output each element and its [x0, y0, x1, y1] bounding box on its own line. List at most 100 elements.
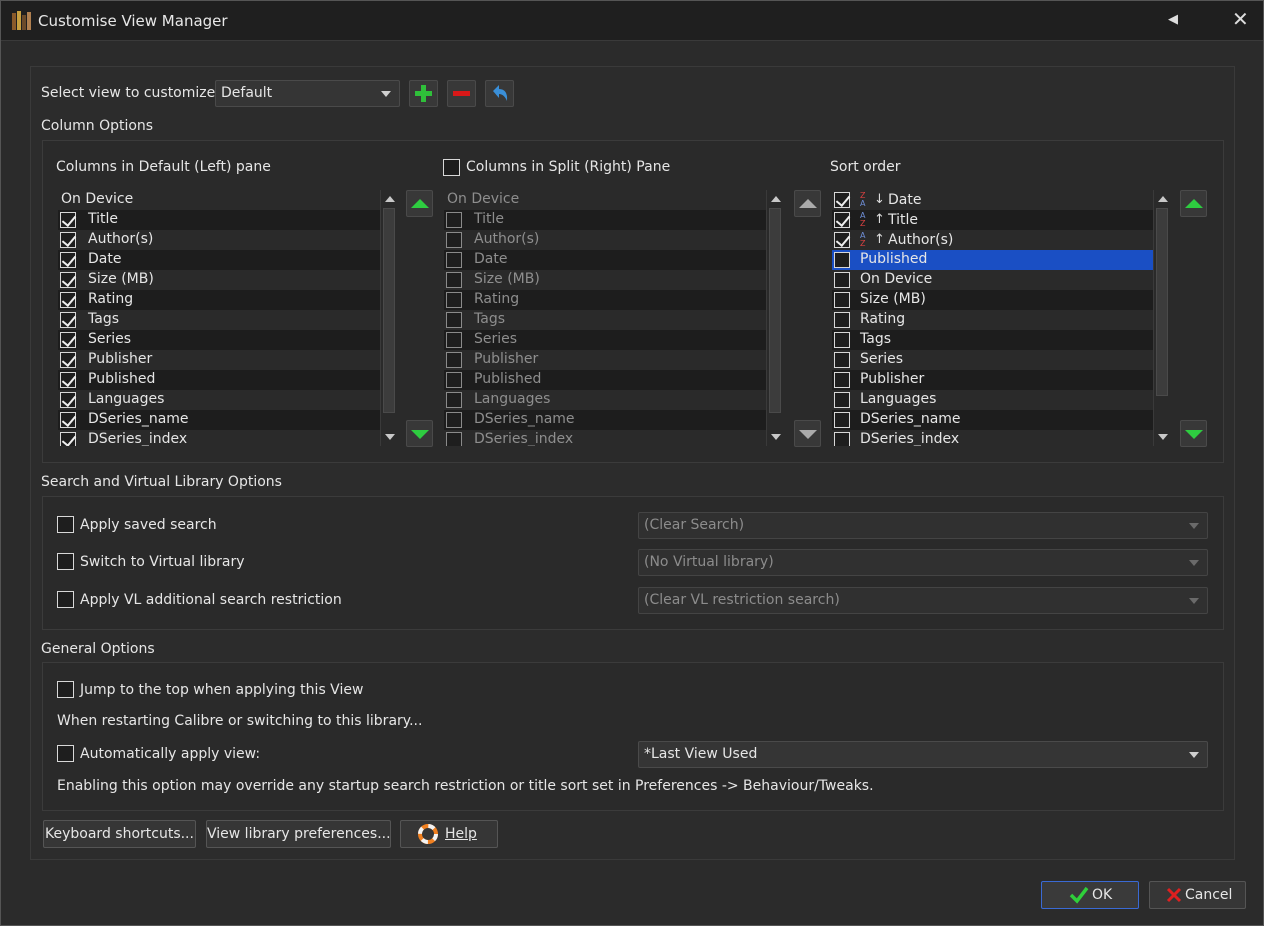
auto-apply-checkbox[interactable]: [57, 745, 74, 762]
list-item[interactable]: Published: [58, 370, 380, 390]
list-item[interactable]: Published: [832, 250, 1153, 270]
list-item-checkbox[interactable]: [60, 392, 76, 408]
list-item-checkbox[interactable]: [60, 352, 76, 368]
list-item-checkbox[interactable]: [834, 292, 850, 308]
list-item[interactable]: DSeries_name: [58, 410, 380, 430]
list-item-checkbox[interactable]: [446, 412, 462, 428]
sort-order-list[interactable]: Z A ↓ Date A Z ↑ Title A Z ↑ Author(s) Published On D…: [832, 190, 1153, 446]
list-item-checkbox[interactable]: [446, 372, 462, 388]
list-item-checkbox[interactable]: [60, 312, 76, 328]
right-move-up-button[interactable]: [794, 190, 821, 217]
list-item-checkbox[interactable]: [446, 272, 462, 288]
list-item[interactable]: On Device: [58, 190, 380, 210]
list-item-checkbox[interactable]: [834, 232, 850, 248]
collapse-icon[interactable]: ◀: [1168, 12, 1180, 28]
keyboard-shortcuts-button[interactable]: Keyboard shortcuts...: [43, 820, 196, 848]
left-list-scrollbar[interactable]: [380, 190, 397, 446]
list-item[interactable]: Rating: [58, 290, 380, 310]
sort-move-up-button[interactable]: [1180, 190, 1207, 217]
left-move-up-button[interactable]: [406, 190, 433, 217]
list-item[interactable]: Size (MB): [832, 290, 1153, 310]
list-item[interactable]: Rating: [444, 290, 766, 310]
list-item-checkbox[interactable]: [60, 332, 76, 348]
list-item-checkbox[interactable]: [446, 392, 462, 408]
list-item[interactable]: DSeries_index: [58, 430, 380, 446]
saved-search-select[interactable]: (Clear Search): [638, 512, 1208, 539]
list-item-checkbox[interactable]: [60, 432, 76, 446]
list-item[interactable]: Author(s): [444, 230, 766, 250]
list-item[interactable]: DSeries_index: [832, 430, 1153, 446]
sort-move-down-button[interactable]: [1180, 420, 1207, 447]
list-item[interactable]: Rating: [832, 310, 1153, 330]
list-item[interactable]: Z A ↓ Date: [832, 190, 1153, 210]
list-item[interactable]: DSeries_name: [444, 410, 766, 430]
list-item[interactable]: On Device: [832, 270, 1153, 290]
add-view-button[interactable]: [409, 80, 438, 107]
list-item-checkbox[interactable]: [446, 232, 462, 248]
list-item[interactable]: Title: [58, 210, 380, 230]
list-item[interactable]: Series: [58, 330, 380, 350]
list-item[interactable]: Languages: [444, 390, 766, 410]
jump-top-checkbox[interactable]: [57, 681, 74, 698]
list-item[interactable]: Size (MB): [58, 270, 380, 290]
list-item-checkbox[interactable]: [834, 432, 850, 446]
right-list-scrollbar[interactable]: [766, 190, 783, 446]
virtual-library-select[interactable]: (No Virtual library): [638, 549, 1208, 576]
list-item-checkbox[interactable]: [446, 312, 462, 328]
delete-view-button[interactable]: [447, 80, 476, 107]
list-item-checkbox[interactable]: [834, 372, 850, 388]
vl-restriction-checkbox[interactable]: [57, 591, 74, 608]
list-item[interactable]: Tags: [832, 330, 1153, 350]
list-item-checkbox[interactable]: [60, 372, 76, 388]
view-select[interactable]: Default: [215, 80, 400, 107]
list-item-checkbox[interactable]: [446, 432, 462, 446]
list-item[interactable]: Tags: [444, 310, 766, 330]
switch-vl-checkbox[interactable]: [57, 553, 74, 570]
list-item-checkbox[interactable]: [834, 352, 850, 368]
undo-view-button[interactable]: [485, 80, 514, 107]
list-item[interactable]: Author(s): [58, 230, 380, 250]
list-item[interactable]: Tags: [58, 310, 380, 330]
list-item-checkbox[interactable]: [446, 212, 462, 228]
list-item[interactable]: Date: [444, 250, 766, 270]
sort-list-scrollbar[interactable]: [1153, 190, 1170, 446]
list-item-checkbox[interactable]: [446, 292, 462, 308]
list-item[interactable]: Series: [832, 350, 1153, 370]
list-item[interactable]: DSeries_index: [444, 430, 766, 446]
list-item[interactable]: Date: [58, 250, 380, 270]
list-item-checkbox[interactable]: [446, 352, 462, 368]
list-item-checkbox[interactable]: [60, 232, 76, 248]
list-item-checkbox[interactable]: [60, 252, 76, 268]
list-item-checkbox[interactable]: [834, 252, 850, 268]
split-pane-checkbox[interactable]: [443, 159, 460, 176]
left-move-down-button[interactable]: [406, 420, 433, 447]
list-item-checkbox[interactable]: [834, 412, 850, 428]
list-item-checkbox[interactable]: [60, 212, 76, 228]
list-item-checkbox[interactable]: [834, 192, 850, 208]
list-item-checkbox[interactable]: [446, 332, 462, 348]
list-item[interactable]: Publisher: [444, 350, 766, 370]
list-item[interactable]: A Z ↑ Title: [832, 210, 1153, 230]
view-library-preferences-button[interactable]: View library preferences...: [206, 820, 391, 848]
list-item[interactable]: DSeries_name: [832, 410, 1153, 430]
list-item[interactable]: Publisher: [58, 350, 380, 370]
close-icon[interactable]: ✕: [1232, 9, 1250, 30]
list-item[interactable]: On Device: [444, 190, 766, 210]
list-item-checkbox[interactable]: [446, 252, 462, 268]
list-item[interactable]: Series: [444, 330, 766, 350]
list-item[interactable]: A Z ↑ Author(s): [832, 230, 1153, 250]
list-item-checkbox[interactable]: [834, 272, 850, 288]
list-item-checkbox[interactable]: [834, 212, 850, 228]
list-item[interactable]: Publisher: [832, 370, 1153, 390]
list-item-checkbox[interactable]: [60, 412, 76, 428]
auto-apply-view-select[interactable]: *Last View Used: [638, 741, 1208, 768]
right-columns-list[interactable]: On Device Title Author(s) Date Size (MB) Rati…: [444, 190, 766, 446]
right-move-down-button[interactable]: [794, 420, 821, 447]
list-item-checkbox[interactable]: [60, 272, 76, 288]
list-item[interactable]: Languages: [58, 390, 380, 410]
list-item[interactable]: Languages: [832, 390, 1153, 410]
list-item-checkbox[interactable]: [834, 392, 850, 408]
left-columns-list[interactable]: On Device Title Author(s) Date Size (MB) Rati…: [58, 190, 380, 446]
list-item[interactable]: Published: [444, 370, 766, 390]
list-item-checkbox[interactable]: [60, 292, 76, 308]
